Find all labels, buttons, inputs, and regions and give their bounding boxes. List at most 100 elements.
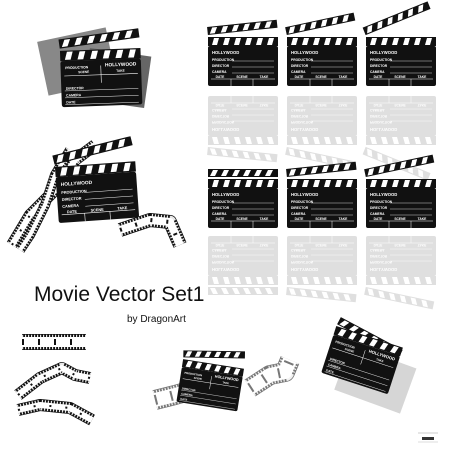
board-label: DIRECTOR bbox=[370, 64, 388, 68]
board-label: DATE bbox=[295, 243, 305, 247]
board-label: DATE bbox=[216, 217, 226, 221]
board-label: HOLLYWOOD bbox=[370, 50, 397, 55]
board-label: HOLLYWOOD bbox=[291, 50, 318, 55]
board-label: PRODUCTION bbox=[291, 58, 314, 62]
clapperboard: HOLLYWOODPRODUCTIONDIRECTORCAMERADATE SCE… bbox=[207, 19, 278, 86]
clapperboard: HOLLYWOODPRODUCTIONDIRECTORCAMERADATE SCE… bbox=[364, 236, 436, 310]
board-label: DATE bbox=[216, 75, 226, 79]
board-label: CAMERA bbox=[212, 70, 227, 74]
board-label: DIRECTOR bbox=[212, 206, 230, 210]
film-strip-wave bbox=[14, 362, 92, 400]
board-label: PRODUCTION bbox=[212, 260, 235, 264]
board-label: TAKE bbox=[260, 243, 270, 247]
board-label: TAKE bbox=[418, 243, 428, 247]
board-label: CAMERA bbox=[291, 70, 306, 74]
board-label: HOLLYWOOD bbox=[370, 267, 397, 272]
board-label: HOLLYWOOD bbox=[212, 192, 239, 197]
board-label: CAMERA bbox=[370, 108, 385, 112]
board-label: TAKE bbox=[418, 217, 428, 221]
board-label: DATE bbox=[216, 243, 226, 247]
board-label: TAKE bbox=[339, 75, 349, 79]
board-label: HOLLYWOOD bbox=[212, 50, 239, 55]
board-label: HOLLYWOOD bbox=[212, 127, 239, 132]
clapperboard: HOLLYWOODPRODUCTIONDIRECTORCAMERADATE SCE… bbox=[52, 136, 139, 223]
clapperboard: HOLLYWOODPRODUCTIONDIRECTORCAMERADATE SCE… bbox=[286, 236, 357, 303]
board-label: TAKE bbox=[339, 103, 349, 107]
board-label: CAMERA bbox=[291, 248, 306, 252]
film-strip-curve bbox=[16, 399, 95, 426]
board-label: PRODUCTION bbox=[212, 200, 235, 204]
clapper-arm bbox=[286, 286, 357, 303]
board-label: SCENE bbox=[315, 103, 327, 107]
board-label: HOLLYWOOD bbox=[370, 192, 397, 197]
board-label: SCENE bbox=[394, 75, 406, 79]
board-label: DIRECTOR bbox=[291, 206, 309, 210]
clapperboard: HOLLYWOODPRODUCTIONDIRECTORCAMERADATE SCE… bbox=[208, 236, 278, 295]
board-label: CAMERA bbox=[212, 212, 227, 216]
artwork-canvas: HOLLYWOOD PRODUCTION SCENE TAKE DIRECTOR CAME… bbox=[0, 0, 450, 450]
clapperboard: HOLLYWOODPRODUCTIONDIRECTORCAMERADATE SCE… bbox=[207, 96, 278, 163]
clapper-arm bbox=[207, 146, 278, 163]
board-label: TAKE bbox=[339, 243, 349, 247]
board-label: DATE bbox=[374, 103, 384, 107]
board-label: SCENE bbox=[315, 243, 327, 247]
clapper-arm bbox=[207, 19, 278, 36]
board-label: TAKE bbox=[117, 206, 128, 211]
board-label: SCENE bbox=[394, 243, 406, 247]
board-label: DATE bbox=[295, 75, 305, 79]
clapper-arm bbox=[364, 286, 435, 310]
board-label: DATE bbox=[66, 100, 76, 104]
board-label: CAMERA bbox=[212, 108, 227, 112]
clapper-arm bbox=[285, 12, 356, 36]
board-label: CAMERA bbox=[370, 70, 385, 74]
credit-mark bbox=[422, 437, 434, 440]
board-label: DATE bbox=[295, 217, 305, 221]
clapperboard: HOLLYWOODPRODUCTIONDIRECTORCAMERADATE SCE… bbox=[364, 154, 436, 228]
clapperboard: HOLLYWOOD PRODUCTION DIRECTOR CAMERADATE SCE… bbox=[208, 169, 278, 228]
board-label: CAMERA bbox=[291, 212, 306, 216]
clapper-arm bbox=[362, 1, 431, 36]
board-label: TAKE bbox=[418, 75, 428, 79]
board-label: DATE bbox=[374, 243, 384, 247]
clapperboard: HOLLYWOOD PRODUCTION DIRECTOR CAMERADATE SCE… bbox=[286, 161, 357, 228]
board-label: DIRECTOR bbox=[291, 254, 309, 258]
author-byline: by DragonArt bbox=[127, 314, 186, 325]
board-label: SCENE bbox=[78, 70, 90, 74]
board-label: TAKE bbox=[116, 69, 125, 73]
board-label: HOLLYWOOD bbox=[370, 127, 397, 132]
board-label: DIRECTOR bbox=[212, 254, 230, 258]
board-label: HOLLYWOOD bbox=[291, 127, 318, 132]
board-label: DIRECTOR bbox=[370, 114, 388, 118]
board-label: SCENE bbox=[394, 103, 406, 107]
clapperboard-illustrations: HOLLYWOOD PRODUCTION SCENE TAKE DIRECTOR CAME… bbox=[6, 1, 438, 443]
board-label: CAMERA bbox=[66, 93, 82, 98]
board-label: PRODUCTION bbox=[291, 200, 314, 204]
board-label: HOLLYWOOD bbox=[212, 267, 239, 272]
board-label: DIRECTOR bbox=[291, 114, 309, 118]
board-label: SCENE bbox=[236, 217, 248, 221]
clapperboard-reflection: HOLLYWOOD PRODUCTION DIRECTOR CAMERADATE SCE… bbox=[207, 96, 278, 163]
board-label: PRODUCTION bbox=[370, 200, 393, 204]
film-curve bbox=[117, 213, 187, 248]
board-label: DIRECTOR bbox=[291, 64, 309, 68]
board-label: PRODUCTION bbox=[370, 58, 393, 62]
board-label: PRODUCTION bbox=[370, 120, 393, 124]
clapper-arm bbox=[208, 287, 278, 295]
clapper-arm bbox=[286, 161, 357, 178]
board-label: PRODUCTION bbox=[212, 58, 235, 62]
clapperboard-reflection: HOLLYWOOD PRODUCTION DIRECTOR CAMERADATE SCE… bbox=[286, 236, 357, 303]
gray-film bbox=[244, 356, 300, 397]
board-label: SCENE bbox=[315, 217, 327, 221]
board-label: HOLLYWOOD bbox=[291, 192, 318, 197]
board-label: TAKE bbox=[260, 75, 270, 79]
board-label: TAKE bbox=[260, 103, 270, 107]
board-label: DATE bbox=[374, 217, 384, 221]
clapperboard: HOLLYWOODPRODUCTIONDIRECTORCAMERADATE SCE… bbox=[285, 96, 357, 170]
clapperboard: HOLLYWOODPRODUCTIONDIRECTORCAMERADATE SCE… bbox=[362, 1, 436, 86]
clapperboard: HOLLYWOODPRODUCTIONSCENETAKEDIRECTORCAME… bbox=[176, 350, 246, 412]
board-label: SCENE bbox=[236, 243, 248, 247]
set-title: Movie Vector Set1 bbox=[34, 283, 205, 306]
board-label: DIRECTOR bbox=[212, 114, 230, 118]
board-label: CAMERA bbox=[370, 248, 385, 252]
clapperboard-reflection: HOLLYWOOD PRODUCTION DIRECTOR CAMERADATE SCE… bbox=[208, 236, 278, 295]
